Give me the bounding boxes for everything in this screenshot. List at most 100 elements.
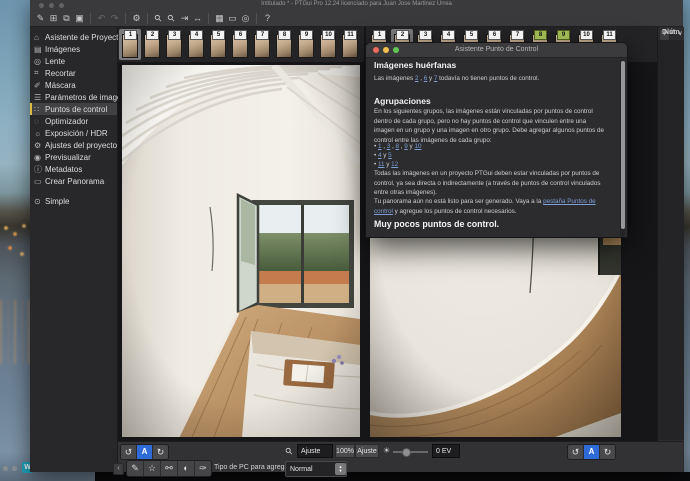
- sun-icon: ☀: [383, 446, 390, 455]
- image-link-5[interactable]: 5: [388, 152, 392, 159]
- help-icon[interactable]: ?: [261, 12, 274, 25]
- redo-icon[interactable]: ↷: [108, 12, 121, 25]
- thumbnail-left-1[interactable]: 1: [119, 29, 141, 60]
- popup-scrollbar-thumb[interactable]: [621, 61, 625, 229]
- window-title: Intitulado * - PTGui Pro 12.24 licenciad…: [30, 1, 683, 7]
- sidebar-item-metadatos[interactable]: ⓘ Metadatos: [30, 163, 117, 175]
- contrast-icon[interactable]: ◐: [178, 461, 195, 476]
- eye-icon: ◉: [34, 153, 45, 162]
- sidebar-item-previsualizar[interactable]: ◉ Previsualizar: [30, 151, 117, 163]
- zoom-fit-button[interactable]: Ajuste: [355, 444, 379, 458]
- stepper-icon[interactable]: ▲▼: [335, 463, 346, 475]
- ev-slider-knob[interactable]: [402, 448, 411, 457]
- thumbnail-left-6[interactable]: 6: [229, 29, 251, 60]
- lens-icon: ◎: [34, 57, 45, 66]
- sidebar-label: Imágenes: [45, 45, 80, 54]
- zoom-100-button[interactable]: 100%: [335, 444, 355, 458]
- thumbnail-number: 7: [511, 30, 524, 40]
- control-points-icon: ∷: [34, 105, 45, 114]
- orphans-text: Las imágenes 2 , 6 y 7 todavía no tienen…: [374, 74, 606, 84]
- thumbnail-number: 7: [256, 30, 269, 40]
- simple-mode-icon: ⊙: [34, 197, 45, 206]
- sort-caret-icon[interactable]: ∨: [678, 30, 682, 37]
- text: y agregue los puntos de control necesari…: [393, 208, 517, 215]
- window-titlebar[interactable]: Intitulado * - PTGui Pro 12.24 licenciad…: [30, 0, 683, 10]
- sidebar-item-parametros-de-imagen[interactable]: ☰ Parámetros de imagen: [30, 91, 117, 103]
- popup-scrollbar[interactable]: [620, 59, 625, 237]
- auto-button[interactable]: A: [584, 445, 600, 459]
- pc-type-label: Tipo de PC para agregar:: [214, 464, 293, 471]
- thumbnail-number: 11: [603, 30, 616, 40]
- sidebar-item-lente[interactable]: ◎ Lente: [30, 55, 117, 67]
- rotate-left-button[interactable]: ↺: [121, 445, 137, 459]
- pc-type-dropdown[interactable]: Normal ▲▼: [285, 461, 347, 477]
- detail-light-icon[interactable]: ◎: [239, 12, 252, 25]
- left-photo[interactable]: [122, 65, 360, 437]
- cp-list-body[interactable]: [658, 40, 684, 440]
- sidebar-item-exposicion-hdr[interactable]: ☼ Exposición / HDR: [30, 127, 117, 139]
- save-icon[interactable]: ▣: [73, 12, 86, 25]
- copy-icon[interactable]: ⧉: [60, 12, 73, 25]
- preview-icon[interactable]: ▭: [226, 12, 239, 25]
- panels-icon[interactable]: ▦: [213, 12, 226, 25]
- cp-col-dist[interactable]: Dist.: [662, 29, 677, 36]
- ev-value-field[interactable]: 0 EV: [432, 444, 460, 458]
- thumbnail-left-2[interactable]: 2: [141, 29, 163, 60]
- sidebar-label: Recortar: [45, 69, 76, 78]
- thumbnail-number: 11: [344, 30, 357, 40]
- rotate-right-button[interactable]: ↻: [153, 445, 168, 459]
- undo-icon[interactable]: ↶: [95, 12, 108, 25]
- home-icon: ⌂: [34, 33, 45, 42]
- fit-window-icon[interactable]: ↔: [191, 12, 204, 25]
- thumbnail-number: 5: [465, 30, 478, 40]
- dock-dot[interactable]: [12, 466, 17, 471]
- gear-icon: ⚙: [34, 141, 45, 150]
- thumbnail-number: 8: [278, 30, 291, 40]
- image-link-12[interactable]: 12: [391, 161, 398, 168]
- thumbnail-number: 2: [146, 30, 159, 40]
- left-image-panel[interactable]: [118, 62, 364, 441]
- groups-heading: Agrupaciones: [374, 96, 431, 106]
- thumbnail-left-3[interactable]: 3: [163, 29, 185, 60]
- favorite-icon[interactable]: ☆: [144, 461, 161, 476]
- sidebar-item-asistente-de-proyecto[interactable]: ⌂ Asistente de Proyecto: [30, 31, 117, 43]
- thumbnail-left-7[interactable]: 7: [251, 29, 273, 60]
- wallpaper-reflections: [0, 300, 34, 364]
- thumbnail-left-5[interactable]: 5: [207, 29, 229, 60]
- popup-titlebar[interactable]: Asistente Punto de Control: [366, 43, 627, 58]
- sidebar-item-simple[interactable]: ⊙ Simple: [30, 195, 117, 207]
- sidebar-item-mascara[interactable]: ✐ Máscara: [30, 79, 117, 91]
- cp-tool-group: ✎ ☆ ⚯ ◐ ✑: [126, 460, 212, 477]
- settings-icon[interactable]: ⚙: [130, 12, 143, 25]
- sidebar-item-recortar[interactable]: ⌗ Recortar: [30, 67, 117, 79]
- thumbnail-left-10[interactable]: 10: [317, 29, 339, 60]
- rotate-left-button[interactable]: ↺: [568, 445, 584, 459]
- right-rotate-group: ↺ A ↻: [567, 444, 616, 460]
- thumbnail-left-9[interactable]: 9: [295, 29, 317, 60]
- thumbnail-number: 10: [322, 30, 335, 40]
- link-points-icon[interactable]: ⚯: [161, 461, 178, 476]
- sidebar-item-ajustes-del-proyecto[interactable]: ⚙ Ajustes del proyecto: [30, 139, 117, 151]
- thumbnail-left-11[interactable]: 11: [339, 29, 361, 60]
- sidebar-label: Crear Panorama: [45, 177, 104, 186]
- text: y: [427, 75, 434, 82]
- thumbnail-left-4[interactable]: 4: [185, 29, 207, 60]
- dock-dot[interactable]: [3, 466, 8, 471]
- sidebar-item-optimizador[interactable]: ◌ Optimizador: [30, 115, 117, 127]
- auto-button[interactable]: A: [137, 445, 153, 459]
- group-1: • 1 , 3 , 8 , 9 y 10: [374, 143, 421, 150]
- zoom-fit-field[interactable]: Ajuste: [297, 444, 333, 458]
- new-project-icon[interactable]: ✎: [34, 12, 47, 25]
- sidebar-item-crear-panorama[interactable]: ▭ Crear Panorama: [30, 175, 117, 187]
- add-images-icon[interactable]: ⊞: [47, 12, 60, 25]
- edit-point-icon[interactable]: ✑: [195, 461, 211, 476]
- thumbnail-left-8[interactable]: 8: [273, 29, 295, 60]
- left-rotate-group: ↺ A ↻: [120, 444, 169, 460]
- image-link-10[interactable]: 10: [414, 143, 421, 150]
- rotate-right-button[interactable]: ↻: [600, 445, 615, 459]
- thumbnail-number: 9: [557, 30, 570, 40]
- sidebar-item-imagenes[interactable]: ▤ Imágenes: [30, 43, 117, 55]
- add-point-icon[interactable]: ✎: [127, 461, 144, 476]
- sidebar-item-puntos-de-control[interactable]: ∷ Puntos de control: [30, 103, 117, 115]
- collapse-sidebar-icon[interactable]: ‹: [113, 463, 124, 475]
